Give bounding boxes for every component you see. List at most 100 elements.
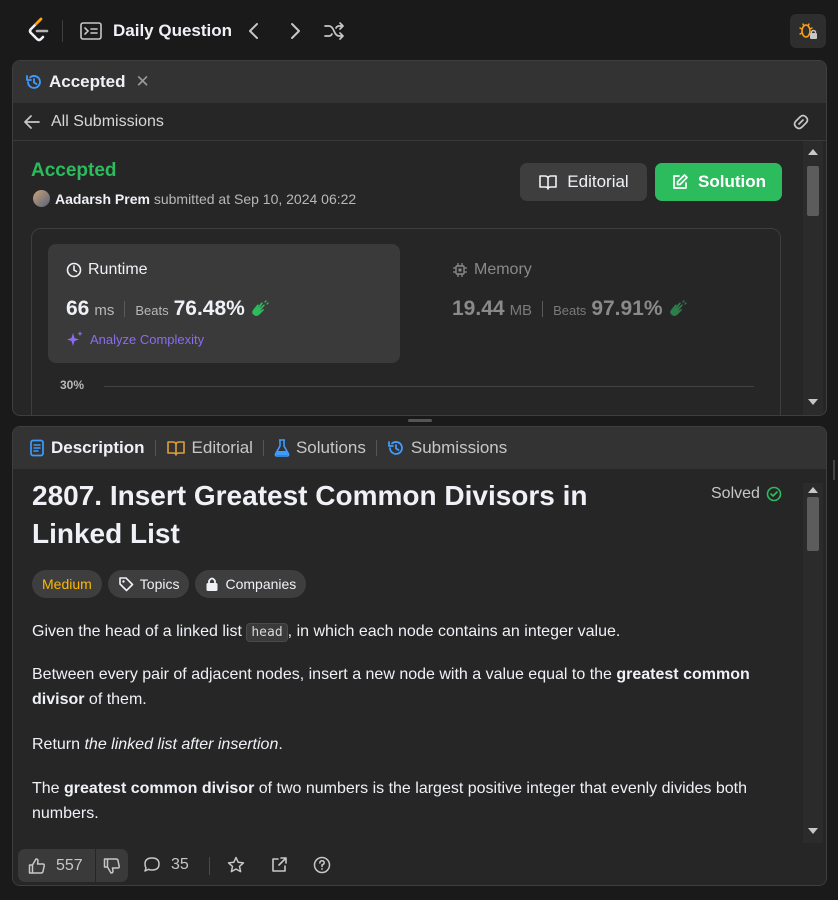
memory-beats-label: Beats <box>553 303 587 318</box>
thumbs-up-icon <box>28 857 45 874</box>
companies-chip[interactable]: Companies <box>195 570 307 598</box>
comment-count: 35 <box>171 856 189 873</box>
submission-meta: Aadarsh Prem submitted at Sep 10, 2024 0… <box>55 191 356 207</box>
scrollbar-thumb[interactable] <box>807 166 819 216</box>
history-icon <box>387 441 403 455</box>
editorial-button[interactable]: Editorial <box>520 163 647 201</box>
memory-unit: MB <box>509 302 533 319</box>
description-paragraph: Return the linked list after insertion. <box>32 732 792 757</box>
topics-chip[interactable]: Topics <box>107 570 190 598</box>
lock-icon <box>206 577 218 591</box>
help-icon[interactable] <box>313 856 331 874</box>
dislike-button[interactable] <box>95 849 128 882</box>
tab-solutions[interactable]: Solutions <box>274 438 366 458</box>
link-icon[interactable] <box>790 112 812 132</box>
topics-label: Topics <box>139 576 180 592</box>
scrollbar-thumb[interactable] <box>807 497 819 551</box>
submitted-time: submitted at Sep 10, 2024 06:22 <box>153 191 357 207</box>
bug-lock-icon <box>799 23 817 39</box>
gutter-handle[interactable] <box>833 460 835 480</box>
memory-value: 19.44 <box>452 297 505 320</box>
solution-button[interactable]: Solution <box>655 163 782 201</box>
description-tabbar: Description Editorial Solutions Submissi… <box>13 427 826 469</box>
like-button[interactable]: 557 <box>18 849 95 882</box>
all-submissions-link[interactable]: All Submissions <box>51 113 164 131</box>
performance-box: Runtime 66 ms Beats 76.48% Analyze Compl… <box>31 228 781 415</box>
leetcode-logo-icon[interactable] <box>27 17 51 45</box>
panel-resize-handle[interactable] <box>408 419 432 422</box>
italic-term: the linked list after insertion <box>84 736 279 753</box>
arrow-left-icon[interactable] <box>23 113 41 131</box>
comment-icon <box>144 857 160 872</box>
book-open-icon <box>539 175 558 190</box>
shuffle-icon[interactable] <box>323 21 345 41</box>
text-segment: Given the head of a linked list <box>32 623 247 640</box>
thumbs-down-icon <box>103 857 120 874</box>
description-paragraph: The greatest common divisor of two numbe… <box>32 776 792 826</box>
close-icon[interactable]: ✕ <box>136 73 150 91</box>
memory-label: Memory <box>474 261 532 278</box>
tab-submissions-label: Submissions <box>410 438 508 457</box>
analyze-complexity-link[interactable]: Analyze Complexity <box>66 330 204 348</box>
scrollbar[interactable] <box>803 483 823 843</box>
chart-axis-label: 30% <box>60 378 85 392</box>
edit-icon <box>673 174 688 189</box>
check-circle-icon <box>766 486 782 502</box>
tab-solutions-label: Solutions <box>295 438 366 457</box>
share-icon[interactable] <box>270 856 288 874</box>
description-paragraph: Given the head of a linked list head, in… <box>32 619 792 645</box>
scroll-up-icon[interactable] <box>808 149 818 155</box>
editorial-button-label: Editorial <box>567 172 629 191</box>
runtime-card[interactable]: Runtime 66 ms Beats 76.48% Analyze Compl… <box>48 244 400 363</box>
daily-question-title[interactable]: Daily Question <box>113 20 232 42</box>
tab-description[interactable]: Description <box>29 438 145 458</box>
difficulty-badge[interactable]: Medium <box>32 570 102 598</box>
runtime-label: Runtime <box>88 261 148 278</box>
runtime-values: 66 ms Beats 76.48% <box>66 297 269 321</box>
list-icon[interactable] <box>80 21 102 41</box>
top-navbar: Daily Question <box>0 0 838 60</box>
text-segment: Return <box>32 736 85 753</box>
nav-divider <box>62 20 63 42</box>
text-segment: . <box>278 736 283 753</box>
debug-button[interactable] <box>790 14 826 48</box>
right-resize-gutter[interactable] <box>829 60 838 900</box>
like-count: 557 <box>56 856 83 874</box>
tab-accepted[interactable]: Accepted ✕ <box>25 72 150 92</box>
problem-actions-bar: 557 35 <box>13 843 826 885</box>
runtime-header: Runtime <box>66 261 148 279</box>
chevron-left-icon[interactable] <box>244 21 264 41</box>
chevron-right-icon[interactable] <box>285 21 305 41</box>
scroll-down-icon[interactable] <box>808 828 818 834</box>
runtime-beats-value: 76.48% <box>173 297 245 320</box>
tab-submissions[interactable]: Submissions <box>387 438 507 458</box>
document-icon <box>30 439 44 457</box>
avatar[interactable] <box>33 190 50 207</box>
runtime-value: 66 <box>66 297 90 320</box>
tab-accepted-label: Accepted <box>49 72 126 91</box>
comments-button[interactable]: 35 <box>143 856 189 874</box>
tab-divider <box>375 440 377 456</box>
solution-button-label: Solution <box>698 172 766 191</box>
clap-icon <box>669 300 687 316</box>
problem-title[interactable]: 2807. Insert Greatest Common Divisors in… <box>32 477 682 553</box>
sparkle-icon <box>67 331 83 346</box>
solved-label: Solved <box>711 485 760 502</box>
submission-subbar: All Submissions <box>13 103 826 141</box>
tab-editorial[interactable]: Editorial <box>166 438 253 458</box>
memory-card[interactable]: Memory 19.44 MB Beats 97.91% <box>434 244 764 363</box>
scroll-down-icon[interactable] <box>808 399 818 405</box>
star-icon[interactable] <box>227 856 245 874</box>
memory-header: Memory <box>452 261 532 279</box>
runtime-beats-label: Beats <box>135 303 169 318</box>
description-paragraph: Between every pair of adjacent nodes, in… <box>32 662 792 712</box>
scrollbar[interactable] <box>803 141 823 415</box>
scroll-up-icon[interactable] <box>808 487 818 493</box>
history-icon <box>26 75 41 89</box>
username-link[interactable]: Aadarsh Prem <box>55 191 150 207</box>
analyze-complexity-label: Analyze Complexity <box>90 331 205 347</box>
tab-editorial-label: Editorial <box>191 438 253 457</box>
companies-label: Companies <box>225 576 297 592</box>
submission-panel: Accepted ✕ All Submissions Accepted Aada… <box>12 60 827 416</box>
text-segment: of them. <box>84 691 147 708</box>
